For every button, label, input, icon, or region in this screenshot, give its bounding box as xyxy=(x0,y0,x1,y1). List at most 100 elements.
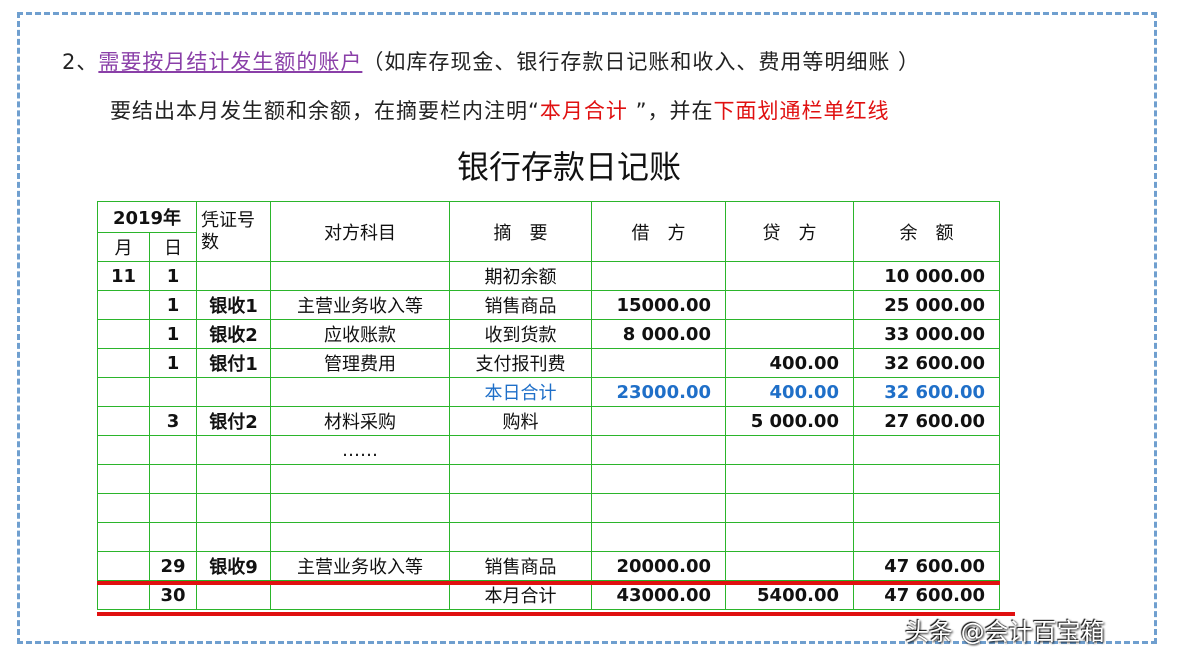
cell-voucher: 银收1 xyxy=(197,291,271,320)
cell-day xyxy=(150,465,197,494)
cell-month xyxy=(98,291,150,320)
cell-day: 1 xyxy=(150,291,197,320)
cell-voucher xyxy=(197,523,271,552)
cell-debit xyxy=(592,262,726,291)
cell-credit xyxy=(726,320,854,349)
header-credit: 贷 方 xyxy=(726,202,854,262)
cell-credit xyxy=(726,523,854,552)
table-row: …… xyxy=(98,436,1000,465)
cell-day: 3 xyxy=(150,407,197,436)
cell-account: 材料采购 xyxy=(271,407,450,436)
red-line-bottom xyxy=(97,612,1015,616)
cell-balance: 32 600.00 xyxy=(854,349,1000,378)
cell-account: 主营业务收入等 xyxy=(271,291,450,320)
cell-month xyxy=(98,407,150,436)
cell-account xyxy=(271,523,450,552)
cell-month xyxy=(98,465,150,494)
cell-balance: 27 600.00 xyxy=(854,407,1000,436)
cell-day xyxy=(150,378,197,407)
cell-summary: 支付报刊费 xyxy=(450,349,592,378)
cell-summary: 本日合计 xyxy=(450,378,592,407)
highlight-link[interactable]: 需要按月结计发生额的账户 xyxy=(98,50,362,74)
cell-month xyxy=(98,349,150,378)
table-row: 1银收1主营业务收入等销售商品15000.0025 000.00 xyxy=(98,291,1000,320)
cell-account: 管理费用 xyxy=(271,349,450,378)
cell-balance: 33 000.00 xyxy=(854,320,1000,349)
cell-credit xyxy=(726,262,854,291)
cell-credit xyxy=(726,436,854,465)
header-day: 日 xyxy=(150,233,197,262)
red-text: 下面划通栏单红线 xyxy=(713,99,889,123)
watermark: 头条 @会计百宝箱 xyxy=(905,612,1105,647)
header-summary: 摘 要 xyxy=(450,202,592,262)
cell-debit: 15000.00 xyxy=(592,291,726,320)
cell-summary: 购料 xyxy=(450,407,592,436)
cell-summary xyxy=(450,494,592,523)
header-balance: 余 额 xyxy=(854,202,1000,262)
cell-balance: 32 600.00 xyxy=(854,378,1000,407)
cell-summary: 销售商品 xyxy=(450,552,592,581)
cell-account xyxy=(271,465,450,494)
cell-credit: 400.00 xyxy=(726,349,854,378)
cell-month xyxy=(98,523,150,552)
cell-credit xyxy=(726,552,854,581)
cell-voucher xyxy=(197,494,271,523)
cell-summary xyxy=(450,436,592,465)
table-row xyxy=(98,523,1000,552)
table-row: 29银收9主营业务收入等销售商品20000.0047 600.00 xyxy=(98,552,1000,581)
header-debit: 借 方 xyxy=(592,202,726,262)
cell-voucher: 银收2 xyxy=(197,320,271,349)
header-year: 2019年 xyxy=(98,202,197,233)
cell-voucher xyxy=(197,465,271,494)
cell-balance: 10 000.00 xyxy=(854,262,1000,291)
cell-month xyxy=(98,494,150,523)
cell-debit xyxy=(592,494,726,523)
cell-credit xyxy=(726,465,854,494)
cell-credit xyxy=(726,494,854,523)
cell-balance xyxy=(854,494,1000,523)
cell-voucher: 银付1 xyxy=(197,349,271,378)
cell-voucher: 银付2 xyxy=(197,407,271,436)
cell-month: 11 xyxy=(98,262,150,291)
cell-month xyxy=(98,552,150,581)
cell-month xyxy=(98,378,150,407)
red-text: 本月合计 xyxy=(540,99,636,123)
text: ”，并在 xyxy=(636,99,714,123)
cell-day: 1 xyxy=(150,320,197,349)
cell-debit xyxy=(592,523,726,552)
intro-line-2: 要结出本月发生额和余额，在摘要栏内注明“本月合计 ”，并在下面划通栏单红线 xyxy=(110,95,889,125)
cell-voucher xyxy=(197,436,271,465)
text: 要结出本月发生额和余额，在摘要栏内注明“ xyxy=(110,99,540,123)
cell-debit: 23000.00 xyxy=(592,378,726,407)
cell-voucher xyxy=(197,262,271,291)
cell-voucher xyxy=(197,378,271,407)
cell-day: 29 xyxy=(150,552,197,581)
cell-summary xyxy=(450,523,592,552)
cell-balance xyxy=(854,523,1000,552)
cell-voucher: 银收9 xyxy=(197,552,271,581)
header-account: 对方科目 xyxy=(271,202,450,262)
cell-debit xyxy=(592,407,726,436)
cell-debit xyxy=(592,436,726,465)
cell-account: 应收账款 xyxy=(271,320,450,349)
cell-day: 1 xyxy=(150,349,197,378)
cell-account xyxy=(271,262,450,291)
cell-debit xyxy=(592,465,726,494)
red-line-top xyxy=(97,581,1000,585)
item-number: 2、 xyxy=(62,50,98,74)
table-row xyxy=(98,465,1000,494)
intro-line-1: 2、需要按月结计发生额的账户（如库存现金、银行存款日记账和收入、费用等明细账 ） xyxy=(62,46,920,76)
cell-summary: 销售商品 xyxy=(450,291,592,320)
table-row: 本日合计23000.00400.0032 600.00 xyxy=(98,378,1000,407)
table-row: 1银付1管理费用支付报刊费 400.0032 600.00 xyxy=(98,349,1000,378)
ledger-title: 银行存款日记账 xyxy=(0,142,1138,188)
cell-debit: 20000.00 xyxy=(592,552,726,581)
intro-rest: （如库存现金、银行存款日记账和收入、费用等明细账 ） xyxy=(362,50,920,74)
cell-summary xyxy=(450,465,592,494)
cell-credit: 5 000.00 xyxy=(726,407,854,436)
cell-credit xyxy=(726,291,854,320)
cell-balance xyxy=(854,465,1000,494)
header-month: 月 xyxy=(98,233,150,262)
cell-debit: 8 000.00 xyxy=(592,320,726,349)
table-row xyxy=(98,494,1000,523)
